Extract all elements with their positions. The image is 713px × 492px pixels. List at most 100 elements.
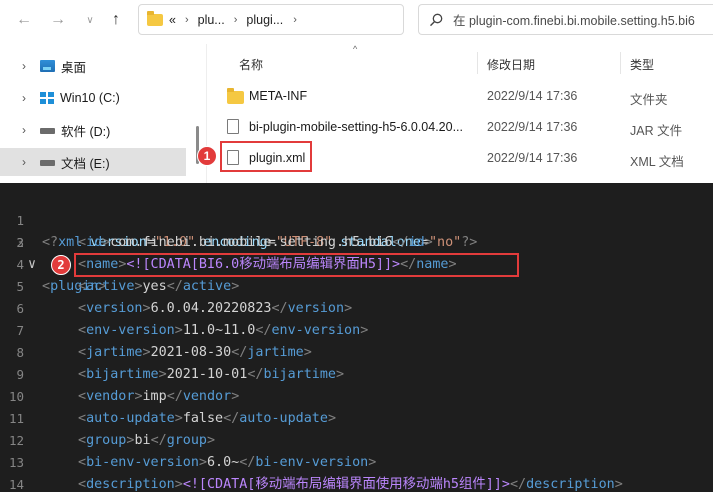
code-line: 9 <bijartime>2021-10-01</bijartime> bbox=[0, 364, 713, 386]
closing-tag-name: active bbox=[182, 279, 232, 294]
code-line: 3 <id>com.finebi.bi.mobile.setting.h5.bi6… bbox=[0, 232, 713, 254]
tag-value: 11.0~11.0 bbox=[182, 323, 256, 338]
column-header-date[interactable]: 修改日期 bbox=[487, 56, 535, 73]
file-date: 2022/9/14 17:36 bbox=[487, 151, 578, 165]
breadcrumb-separator-icon: › bbox=[233, 13, 238, 26]
callout-badge-1: 1 bbox=[197, 146, 217, 166]
tag-name: vendor bbox=[86, 389, 135, 404]
file-name: bi-plugin-mobile-setting-h5-6.0.04.20... bbox=[249, 120, 464, 134]
file-icon bbox=[227, 119, 239, 134]
expand-chevron-icon[interactable]: › bbox=[17, 91, 31, 105]
tag-value: false bbox=[182, 411, 224, 426]
line-number: 10 bbox=[8, 389, 24, 404]
line-number: 14 bbox=[8, 477, 24, 492]
code-line: 10 <vendor>imp</vendor> bbox=[0, 386, 713, 408]
code-line: 14 <description><![CDATA[移动端布局编辑界面使用移动端h5… bbox=[0, 474, 713, 492]
closing-tag-name: jartime bbox=[247, 345, 304, 360]
line-number: 6 bbox=[16, 301, 24, 316]
nav-item-desktop[interactable]: › 桌面 bbox=[0, 52, 186, 80]
column-divider[interactable] bbox=[477, 52, 478, 74]
tag-name: env-version bbox=[86, 323, 175, 338]
line-number: 11 bbox=[8, 411, 24, 426]
breadcrumb-item[interactable]: plugi... bbox=[246, 13, 283, 27]
tag-name: bi-env-version bbox=[86, 455, 199, 470]
cdata-content: <![CDATA[移动端布局编辑界面使用移动端h5组件]]> bbox=[182, 477, 510, 492]
file-explorer-window: ← → ∨ ↑ « › plu... › plugi... › 在 plugin… bbox=[0, 0, 713, 183]
folder-icon bbox=[227, 88, 244, 104]
file-date: 2022/9/14 17:36 bbox=[487, 89, 578, 103]
up-arrow-icon[interactable]: ↑ bbox=[104, 8, 128, 32]
file-date: 2022/9/14 17:36 bbox=[487, 120, 578, 134]
search-placeholder: 在 plugin-com.finebi.bi.mobile.setting.h5… bbox=[453, 14, 695, 28]
back-arrow-icon[interactable]: ← bbox=[12, 8, 36, 32]
closing-tag-name: auto-update bbox=[239, 411, 328, 426]
column-header-name[interactable]: 名称 bbox=[239, 56, 263, 73]
line-number: 8 bbox=[16, 345, 24, 360]
tag-name: jartime bbox=[86, 345, 143, 360]
code-line: 7 <env-version>11.0~11.0</env-version> bbox=[0, 320, 713, 342]
column-header-type[interactable]: 类型 bbox=[630, 56, 654, 73]
tag-value: yes bbox=[142, 279, 167, 294]
file-name: META-INF bbox=[249, 89, 308, 103]
closing-tag-name: version bbox=[287, 301, 345, 316]
nav-item-win10-c[interactable]: › Win10 (C:) bbox=[0, 84, 186, 112]
file-row-meta-inf[interactable]: META-INF 2022/9/14 17:36 文件夹 bbox=[217, 82, 713, 110]
closing-tag-name: id bbox=[408, 235, 425, 250]
line-number: 13 bbox=[8, 455, 24, 470]
line-number: 9 bbox=[16, 367, 24, 382]
line-number: 3 bbox=[16, 235, 24, 250]
nav-item-documents-e[interactable]: › 文档 (E:) bbox=[0, 148, 186, 176]
closing-tag-name: group bbox=[166, 433, 207, 448]
tag-name: description bbox=[86, 477, 175, 492]
closing-tag-name: bijartime bbox=[263, 367, 336, 382]
tag-name: bijartime bbox=[86, 367, 159, 382]
nav-item-label: 软件 (D:) bbox=[61, 124, 111, 139]
address-bar[interactable]: « › plu... › plugi... › bbox=[138, 4, 404, 35]
tag-name: auto-update bbox=[86, 411, 175, 426]
nav-item-label: 文档 (E:) bbox=[61, 156, 110, 171]
column-divider[interactable] bbox=[620, 52, 621, 74]
code-line: 12 <group>bi</group> bbox=[0, 430, 713, 452]
code-line: 13 <bi-env-version>6.0~</bi-env-version> bbox=[0, 452, 713, 474]
forward-arrow-icon[interactable]: → bbox=[46, 8, 70, 32]
tag-name: group bbox=[86, 433, 127, 448]
highlight-box-name-tag bbox=[74, 253, 519, 277]
expand-chevron-icon[interactable]: › bbox=[17, 155, 31, 169]
file-type: JAR 文件 bbox=[630, 124, 683, 138]
windows-drive-icon bbox=[40, 92, 54, 104]
drive-icon bbox=[40, 160, 55, 166]
recent-locations-chevron-icon[interactable]: ∨ bbox=[78, 8, 102, 32]
tag-value: imp bbox=[142, 389, 167, 404]
closing-tag-name: env-version bbox=[271, 323, 361, 338]
search-input[interactable]: 在 plugin-com.finebi.bi.mobile.setting.h5… bbox=[418, 4, 713, 35]
expand-chevron-icon[interactable]: › bbox=[17, 59, 31, 73]
nav-item-label: 桌面 bbox=[61, 60, 87, 75]
tag-name: active bbox=[86, 279, 135, 294]
tag-value: 6.0.04.20220823 bbox=[150, 301, 272, 316]
code-editor[interactable]: 1 <?xml version="1.0" encoding="UTF-8" s… bbox=[0, 186, 713, 492]
breadcrumb-overflow[interactable]: « bbox=[169, 13, 176, 27]
explorer-toolbar: ← → ∨ ↑ « › plu... › plugi... › 在 plugin… bbox=[0, 0, 713, 40]
closing-tag-name: description bbox=[526, 477, 615, 492]
highlight-box-plugin-xml bbox=[220, 141, 312, 172]
desktop-icon bbox=[40, 60, 55, 72]
nav-item-software-d[interactable]: › 软件 (D:) bbox=[0, 116, 186, 144]
breadcrumb-item[interactable]: plu... bbox=[198, 13, 225, 27]
nav-item-label: Win10 (C:) bbox=[60, 91, 120, 105]
file-type: 文件夹 bbox=[630, 93, 668, 107]
file-row-jar[interactable]: bi-plugin-mobile-setting-h5-6.0.04.20...… bbox=[217, 113, 713, 141]
breadcrumb-separator-icon: › bbox=[184, 13, 189, 26]
code-line: 6 <version>6.0.04.20220823</version> bbox=[0, 298, 713, 320]
callout-badge-2: 2 bbox=[51, 255, 71, 275]
folder-icon bbox=[147, 10, 163, 26]
line-number: 12 bbox=[8, 433, 24, 448]
tag-value: 6.0~ bbox=[207, 455, 240, 470]
sort-ascending-icon: ^ bbox=[353, 44, 358, 54]
tag-value: com.finebi.bi.mobile.setting.h5.bi6 bbox=[110, 235, 393, 250]
tag-name: version bbox=[86, 301, 143, 316]
closing-tag-name: bi-env-version bbox=[255, 455, 369, 470]
expand-chevron-icon[interactable]: › bbox=[17, 123, 31, 137]
tag-value: 2021-08-30 bbox=[150, 345, 232, 360]
breadcrumb-dropdown-icon[interactable]: › bbox=[293, 14, 297, 26]
tag-value: 2021-10-01 bbox=[166, 367, 248, 382]
